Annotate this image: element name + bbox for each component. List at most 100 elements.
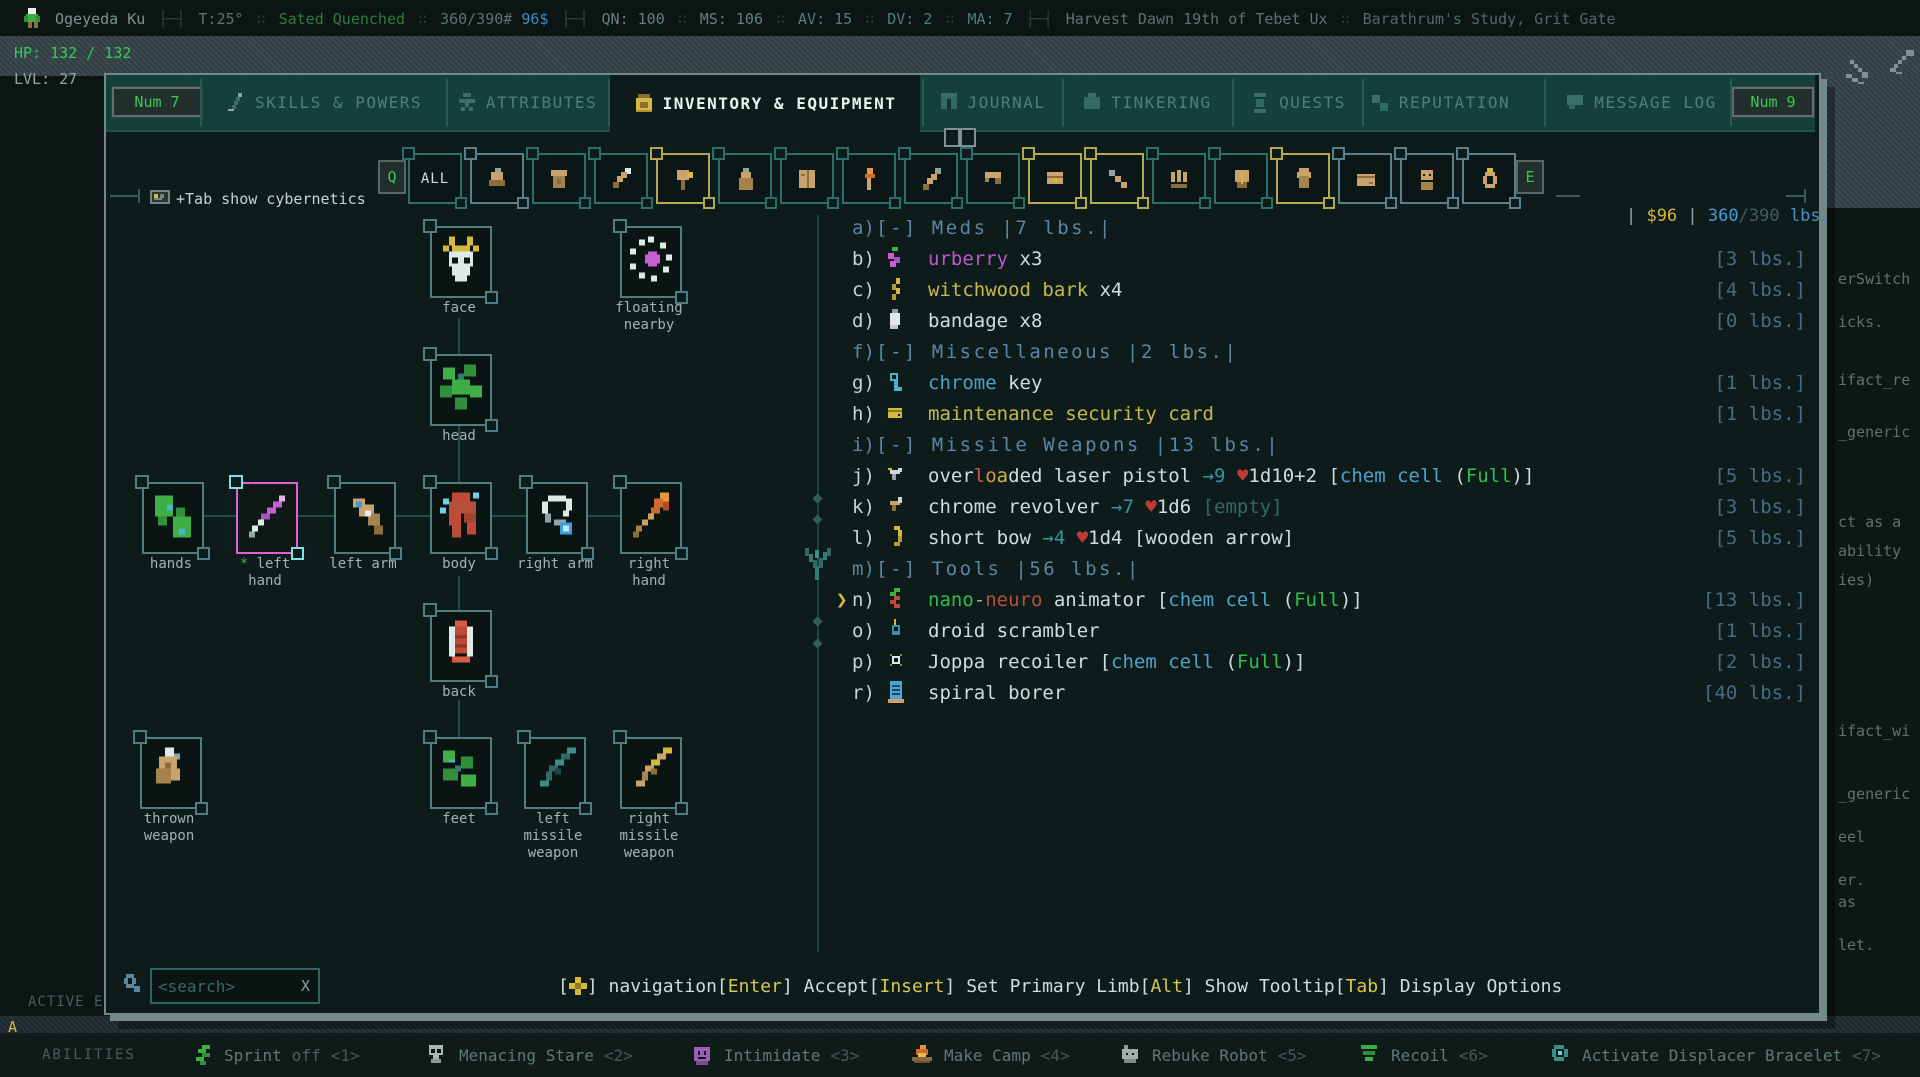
ability-intimidate[interactable]: Intimidate <3> (690, 1033, 859, 1077)
inventory-row[interactable]: g) chrome key (836, 367, 1042, 398)
inventory-row[interactable]: l) short bow →4 ♥ 1d4 [wooden arrow] (836, 522, 1294, 553)
inventory-row[interactable]: b) urberry x3 (836, 243, 1042, 274)
tab-tinkering[interactable]: TINKERING (1064, 75, 1230, 130)
filter-filter-card[interactable] (1332, 147, 1397, 209)
slot-left-hand[interactable] (229, 475, 304, 560)
tab-label: MESSAGE LOG (1594, 93, 1717, 112)
window-handle-left[interactable] (944, 128, 960, 147)
filter-filter-flask[interactable] (712, 147, 777, 209)
tab-quests[interactable]: QUESTS (1234, 75, 1362, 130)
filter-filter-pistol[interactable] (960, 147, 1025, 209)
bracer-icon (341, 493, 389, 544)
slot-right-missile-weapon[interactable] (613, 730, 688, 815)
ability-rebuke-robot[interactable]: Rebuke Robot <5> (1118, 1033, 1307, 1077)
filter-filter-torch[interactable] (836, 147, 901, 209)
dot-separator: ∷ (1340, 10, 1350, 28)
filter-filter-armor[interactable] (526, 147, 591, 209)
row-text-seg: Full (1465, 464, 1512, 487)
ability-menacing-stare[interactable]: Menacing Stare <2> (425, 1033, 633, 1077)
filter-filter-jug[interactable] (1270, 147, 1335, 209)
row-cursor (836, 217, 852, 239)
filter-filter-bullets[interactable] (1146, 147, 1211, 209)
slot-thrown-weapon[interactable] (133, 730, 208, 815)
row-text-seg: [wooden arrow] (1133, 526, 1295, 549)
filter-filter-corpse[interactable] (464, 147, 529, 209)
inventory-row[interactable]: r) spiral borer (836, 677, 1065, 708)
inventory-row[interactable]: h) maintenance security card (836, 398, 1214, 429)
slot-label-hands: hands (149, 556, 193, 572)
game-screen: Ogeyeda Ku ├─┤ T:25° ∷ Sated Quenched ∷ 360/39… (0, 0, 1920, 1077)
slot-right-arm[interactable] (519, 475, 594, 560)
thrown-bundle-icon (147, 747, 195, 799)
window-handle-right[interactable] (960, 128, 976, 147)
slot-left-arm[interactable] (327, 475, 402, 560)
inventory-row[interactable]: p) Joppa recoiler [chem cell (Full)] (836, 646, 1306, 677)
row-text-seg: )] (1511, 464, 1535, 487)
weight-current: 360 (1707, 206, 1739, 226)
ability-sprint[interactable]: Sprint off <1> (190, 1033, 360, 1077)
filter-filter-chest[interactable] (1022, 147, 1087, 209)
filter-filter-robot[interactable] (1394, 147, 1459, 209)
head-foliage-icon (437, 364, 485, 416)
inventory-row[interactable]: c) witchwood bark x4 (836, 274, 1122, 305)
stat-dv: DV: 2 (887, 10, 933, 28)
slot-left-missile-weapon[interactable] (517, 730, 592, 815)
tab-reputation[interactable]: REPUTATION (1364, 75, 1516, 130)
row-cursor (836, 310, 852, 332)
search-icon (122, 974, 142, 998)
search-input[interactable] (152, 976, 301, 996)
slot-hands[interactable] (135, 475, 210, 560)
tab-skills-powers[interactable]: SKILLS & POWERS (202, 75, 446, 130)
inventory-row[interactable]: o) droid scrambler (836, 615, 1100, 646)
inventory-row[interactable]: f) [-] Miscellaneous |2 lbs.| (836, 336, 1238, 367)
row-text-seg: )] (1282, 650, 1306, 673)
filter-all[interactable]: ALL (402, 147, 467, 209)
tab-inventory-equipment[interactable]: INVENTORY & EQUIPMENT (610, 75, 920, 132)
filter-filter-shield[interactable] (1208, 147, 1273, 209)
weight-max: /390 (1738, 206, 1780, 226)
ability-activate-displacer-bracelet[interactable]: Activate Displacer Bracelet <7> (1548, 1033, 1881, 1077)
slot-head[interactable] (423, 347, 498, 432)
row-cursor (836, 527, 852, 549)
ability-make-camp[interactable]: Make Camp <4> (910, 1033, 1070, 1077)
tab-label: TINKERING (1111, 93, 1212, 112)
temperature: T:25° (198, 10, 244, 28)
player-name: Ogeyeda Ku (55, 10, 146, 28)
slot-label-right-hand: right hand (627, 556, 671, 589)
tab-journal[interactable]: JOURNAL (924, 75, 1060, 130)
slot-feet[interactable] (423, 730, 498, 815)
rifle-teal-icon (531, 747, 579, 799)
dot-separator: ∷ (256, 10, 266, 28)
inventory-row[interactable]: a) [-] Meds |7 lbs.| (836, 212, 1113, 243)
inventory-row[interactable]: d) bandage x8 (836, 305, 1042, 336)
filter-filter-ring[interactable] (1456, 147, 1521, 209)
card-icon (886, 402, 904, 426)
slot-face[interactable] (423, 219, 498, 304)
slot-floating-nearby[interactable] (613, 219, 688, 304)
cybernetics-hint: +Tab show cybernetics (150, 188, 366, 210)
clipped-text-fragment: _generic (1838, 423, 1911, 441)
inventory-row[interactable]: m) [-] Tools |56 lbs.| (836, 553, 1141, 584)
slot-label-floating-nearby: floating nearby (615, 300, 683, 333)
filter-filter-sword[interactable] (588, 147, 653, 209)
inventory-row[interactable]: ❯ n) nano - neuro animator [chem cell (Full)… (836, 584, 1363, 615)
slot-right-hand[interactable] (613, 475, 688, 560)
filter-filter-book[interactable] (774, 147, 839, 209)
tab-message-log[interactable]: MESSAGE LOG (1546, 75, 1736, 130)
row-cursor: ❯ (836, 588, 848, 611)
ability-recoil[interactable]: Recoil <6> (1357, 1033, 1488, 1077)
filter-filter-wrench[interactable] (1084, 147, 1149, 209)
slot-back[interactable] (423, 603, 498, 688)
search-clear-button[interactable]: X (301, 977, 318, 995)
slot-body[interactable] (423, 475, 498, 560)
boots-icon (437, 748, 485, 799)
inventory-row[interactable]: k) chrome revolver →7 ♥ 1d6 [empty] (836, 491, 1283, 522)
tab-attributes[interactable]: ATTRIBUTES (448, 75, 606, 130)
filter-filter-syringe[interactable] (898, 147, 963, 209)
campfire-icon (910, 1045, 934, 1065)
row-cursor (836, 620, 852, 642)
inventory-row[interactable]: i) [-] Missile Weapons |13 lbs.| (836, 429, 1280, 460)
row-cursor (836, 434, 852, 456)
filter-filter-food[interactable] (650, 147, 715, 209)
inventory-row[interactable]: j) over l o a ded laser pistol →9 ♥ 1d10+2 [ch… (836, 460, 1534, 491)
